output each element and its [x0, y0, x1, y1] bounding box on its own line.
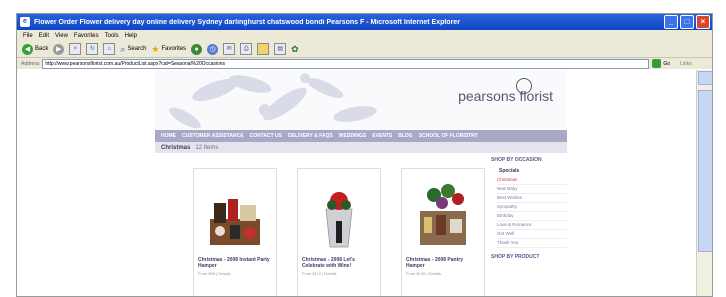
sidebar-heading-products: SHOP BY PRODUCT	[491, 254, 540, 260]
refresh-icon: ↻	[86, 43, 99, 55]
favorites-label: Favorites	[161, 46, 187, 52]
home-icon: ⌂	[103, 43, 116, 55]
product-card[interactable]: Christmas - 2008 Pantry Hamper From $136…	[401, 168, 485, 296]
product-card[interactable]: Christmas - 2008 Instant Party Hamper Fr…	[193, 168, 277, 296]
search-icon: ⌕	[120, 43, 126, 54]
title-bar: e Flower Order Flower delivery day onlin…	[17, 14, 712, 30]
messenger-button[interactable]: ✿	[291, 44, 299, 55]
page-viewport: pearsons florist HOME CUSTOMER ASSISTANC…	[17, 70, 696, 296]
sidebar-item-love-romance[interactable]: Love & Romance	[497, 221, 567, 230]
menu-favorites[interactable]: Favorites	[74, 33, 99, 39]
menu-bar: File Edit View Favorites Tools Help	[17, 30, 712, 41]
product-image[interactable]	[310, 181, 368, 251]
close-button[interactable]: ×	[696, 15, 710, 29]
nav-home[interactable]: HOME	[161, 133, 176, 139]
home-button[interactable]: ⌂	[103, 43, 116, 55]
refresh-button[interactable]: ↻	[86, 43, 99, 55]
forward-arrow-icon: ▶	[53, 43, 65, 55]
minimize-button[interactable]: _	[664, 15, 678, 29]
print-button[interactable]: ⎙	[240, 43, 253, 55]
menu-view[interactable]: View	[55, 33, 68, 39]
nav-delivery-faqs[interactable]: DELIVERY & FAQS	[288, 133, 333, 139]
menu-tools[interactable]: Tools	[105, 33, 119, 39]
address-input[interactable]: http://www.pearsonsflorist.com.au/Produc…	[42, 58, 650, 69]
menu-file[interactable]: File	[23, 33, 33, 39]
back-label: Back	[35, 46, 49, 52]
sidebar-heading: SHOP BY OCCASION	[491, 157, 542, 163]
item-count: 12 Items	[195, 144, 219, 151]
star-icon: ★	[151, 43, 160, 54]
category-bar: Christmas 12 Items	[155, 142, 567, 153]
links-button[interactable]: Links	[680, 61, 692, 67]
research-icon: ▤	[274, 43, 287, 55]
nav-weddings[interactable]: WEDDINGS	[339, 133, 367, 139]
product-meta[interactable]: From $98 | Details	[198, 271, 231, 276]
product-name[interactable]: Christmas - 2008 Let's Celebrate with Wi…	[302, 257, 378, 269]
mail-icon: ✉	[223, 43, 236, 55]
logo-text: pearsons florist	[458, 88, 553, 104]
site-header: pearsons florist	[155, 70, 567, 130]
product-name[interactable]: Christmas - 2008 Instant Party Hamper	[198, 257, 274, 269]
site-logo[interactable]: pearsons florist	[458, 78, 553, 104]
product-image[interactable]	[206, 181, 264, 251]
sidebar-item-best-wishes[interactable]: Best Wishes	[497, 194, 567, 203]
scroll-up-arrow-icon[interactable]	[698, 71, 712, 85]
maximize-button[interactable]: □	[680, 15, 694, 29]
vertical-scrollbar[interactable]	[696, 70, 712, 296]
menu-edit[interactable]: Edit	[39, 33, 49, 39]
media-icon: ●	[191, 43, 203, 55]
back-arrow-icon: ◀	[22, 43, 33, 55]
occasion-sidebar: SHOP BY OCCASION Specials Christmas New …	[491, 153, 567, 296]
media-button[interactable]: ●	[191, 43, 203, 55]
go-arrow-icon[interactable]	[652, 59, 662, 68]
category-title: Christmas	[161, 144, 191, 151]
search-button[interactable]: ⌕ Search	[120, 44, 146, 55]
address-bar: Address http://www.pearsonsflorist.com.a…	[17, 58, 712, 69]
url-text: http://www.pearsonsflorist.com.au/Produc…	[45, 60, 226, 67]
sidebar-item-get-well[interactable]: Get Well	[497, 230, 567, 239]
site-nav: HOME CUSTOMER ASSISTANCE CONTACT US DELI…	[155, 130, 567, 142]
messenger-icon: ✿	[291, 43, 299, 54]
address-label: Address	[21, 60, 40, 67]
search-label: Search	[127, 46, 147, 52]
product-card[interactable]: Christmas - 2008 Let's Celebrate with Wi…	[297, 168, 381, 296]
favorites-button[interactable]: ★ Favorites	[151, 44, 186, 55]
history-button[interactable]: ◷	[207, 43, 219, 55]
sidebar-item-thank-you[interactable]: Thank You	[497, 239, 567, 248]
nav-events[interactable]: EVENTS	[372, 133, 392, 139]
menu-help[interactable]: Help	[125, 33, 137, 39]
go-button[interactable]: Go	[663, 61, 670, 67]
florist-site: pearsons florist HOME CUSTOMER ASSISTANC…	[155, 70, 567, 296]
product-name[interactable]: Christmas - 2008 Pantry Hamper	[406, 257, 482, 269]
folder-icon	[257, 43, 270, 55]
sidebar-item-sympathy[interactable]: Sympathy	[497, 203, 567, 212]
window-title: Flower Order Flower delivery day online …	[34, 18, 460, 26]
ie-icon: e	[20, 17, 30, 27]
nav-customer-assistance[interactable]: CUSTOMER ASSISTANCE	[182, 133, 244, 139]
sidebar-item-birthday[interactable]: Birthday	[497, 212, 567, 221]
stop-button[interactable]: ×	[69, 43, 82, 55]
sidebar-item-christmas[interactable]: Christmas	[497, 176, 567, 185]
toolbar: ◀ Back ▶ × ↻ ⌂ ⌕ Search ★ Favorites ● ◷ …	[17, 41, 712, 58]
mail-button[interactable]: ✉	[223, 43, 236, 55]
browser-window: e Flower Order Flower delivery day onlin…	[16, 13, 713, 297]
product-meta[interactable]: From $136 | Details	[406, 271, 441, 276]
research-button[interactable]: ▤	[274, 43, 287, 55]
sidebar-item-new-baby[interactable]: New Baby	[497, 185, 567, 194]
stop-icon: ×	[69, 43, 82, 55]
scroll-thumb[interactable]	[698, 90, 712, 252]
product-image[interactable]	[414, 181, 472, 251]
logo-mark-icon	[516, 78, 533, 94]
print-icon: ⎙	[240, 43, 253, 55]
history-icon: ◷	[207, 43, 219, 55]
sidebar-subheading[interactable]: Specials	[499, 168, 567, 174]
nav-contact-us[interactable]: CONTACT US	[250, 133, 282, 139]
nav-blog[interactable]: BLOG	[398, 133, 412, 139]
folder-button[interactable]	[257, 43, 270, 55]
back-button[interactable]: ◀ Back	[22, 43, 49, 55]
forward-button[interactable]: ▶	[53, 43, 65, 55]
nav-school-of-floristry[interactable]: SCHOOL OF FLORISTRY	[419, 133, 478, 139]
floral-pattern-graphic	[169, 73, 377, 129]
product-meta[interactable]: From $110 | Details	[302, 271, 337, 276]
